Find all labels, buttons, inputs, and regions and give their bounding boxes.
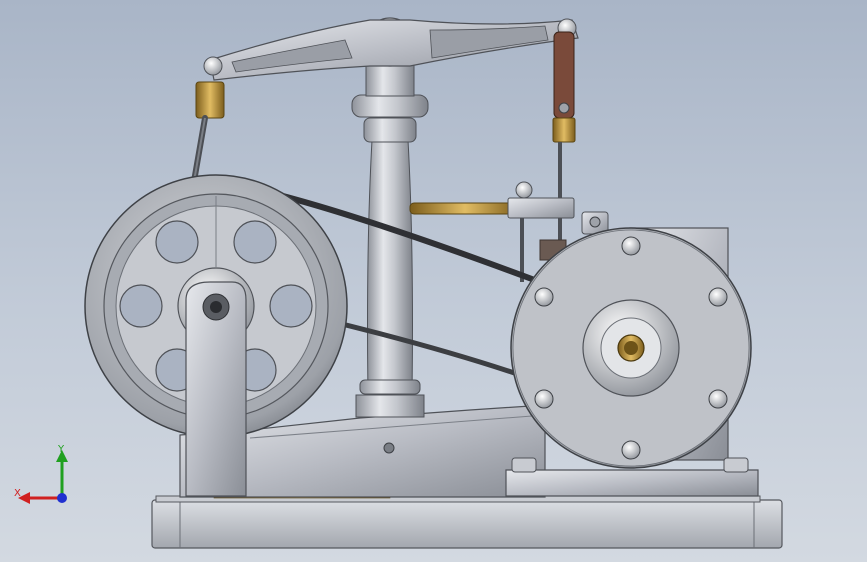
cylinder-cover[interactable] [510, 227, 752, 469]
base-plate[interactable] [151, 492, 783, 549]
x-axis-label: X [14, 488, 21, 499]
crank-bracket[interactable] [185, 281, 247, 497]
cad-viewport[interactable]: Y X [0, 0, 867, 562]
y-axis-label: Y [57, 444, 65, 455]
coordinate-triad-icon: Y X [14, 444, 68, 504]
steam-engine-model[interactable] [0, 0, 867, 562]
